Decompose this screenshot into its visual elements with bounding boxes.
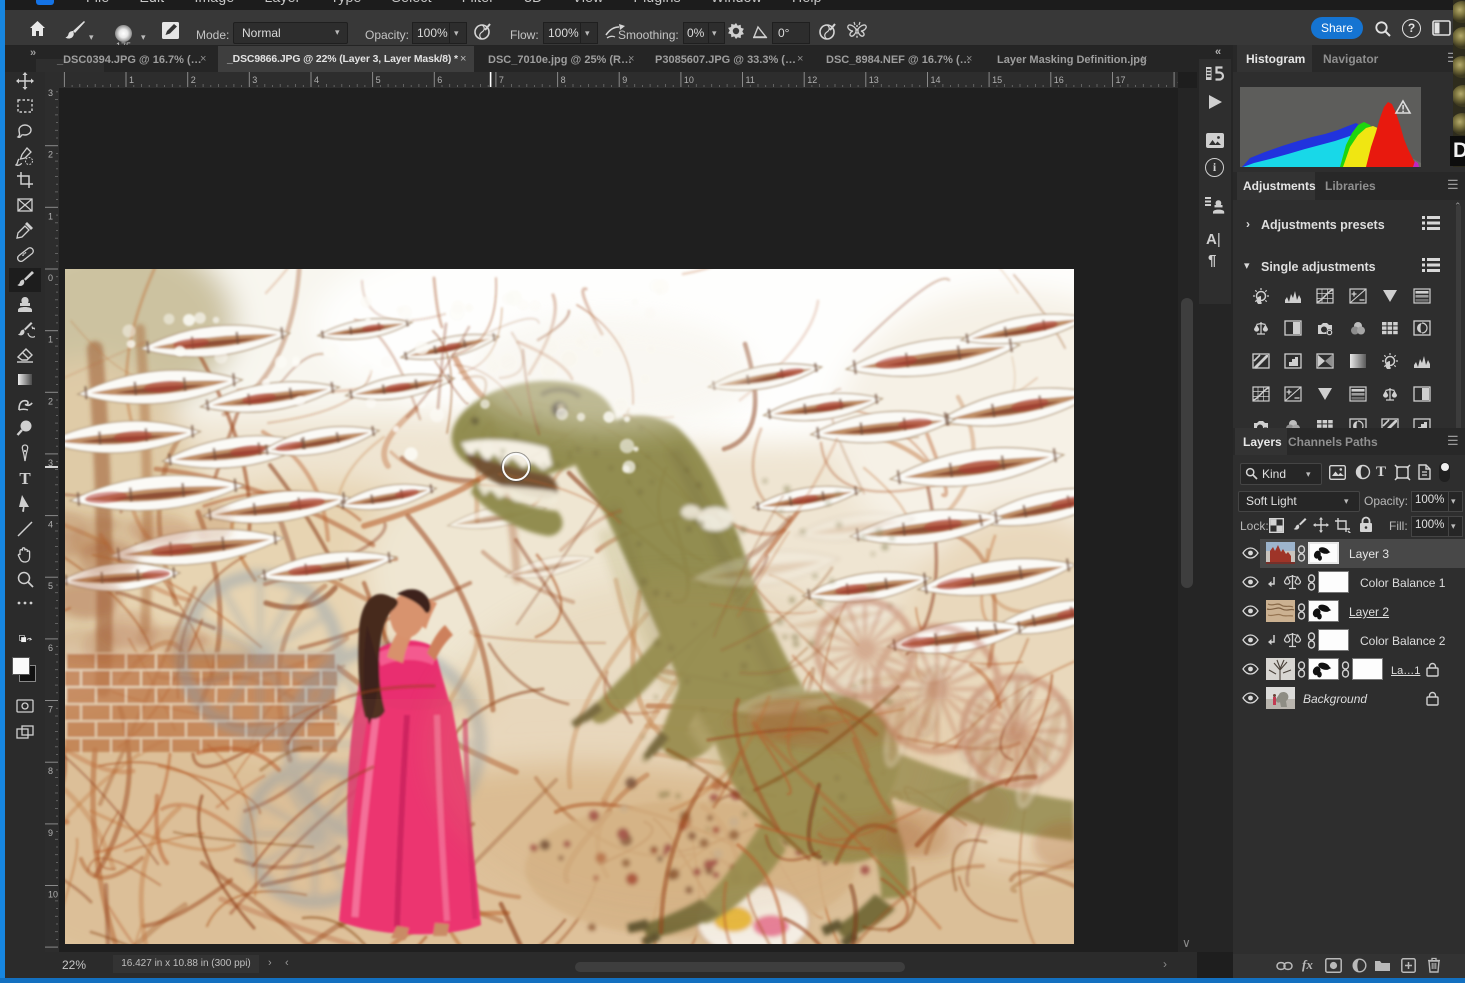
svg-text:2: 2 bbox=[48, 396, 53, 406]
svg-text:14: 14 bbox=[931, 75, 941, 85]
svg-text:10: 10 bbox=[684, 75, 694, 85]
svg-text:3: 3 bbox=[48, 88, 53, 98]
svg-text:1: 1 bbox=[48, 335, 53, 345]
svg-text:4: 4 bbox=[314, 75, 319, 85]
svg-text:2: 2 bbox=[48, 150, 53, 160]
svg-text:6: 6 bbox=[437, 75, 442, 85]
svg-text:15: 15 bbox=[992, 75, 1002, 85]
svg-text:12: 12 bbox=[807, 75, 817, 85]
svg-text:6: 6 bbox=[48, 643, 53, 653]
svg-text:17: 17 bbox=[1116, 75, 1126, 85]
svg-text:9: 9 bbox=[48, 828, 53, 838]
svg-text:16: 16 bbox=[1054, 75, 1064, 85]
svg-text:3: 3 bbox=[252, 75, 257, 85]
svg-text:5: 5 bbox=[48, 581, 53, 591]
svg-text:T: T bbox=[19, 469, 31, 488]
svg-text:18: 18 bbox=[1177, 75, 1178, 85]
svg-text:8: 8 bbox=[48, 766, 53, 776]
svg-text:1: 1 bbox=[129, 75, 134, 85]
svg-text:8: 8 bbox=[561, 75, 566, 85]
svg-text:9: 9 bbox=[622, 75, 627, 85]
svg-text:4: 4 bbox=[48, 520, 53, 530]
svg-text:11: 11 bbox=[746, 75, 755, 85]
svg-text:10: 10 bbox=[48, 890, 58, 900]
svg-text:13: 13 bbox=[869, 75, 879, 85]
svg-text:7: 7 bbox=[499, 75, 504, 85]
svg-text:2: 2 bbox=[191, 75, 196, 85]
svg-text:1: 1 bbox=[48, 211, 53, 221]
svg-text:5: 5 bbox=[376, 75, 381, 85]
svg-text:7: 7 bbox=[48, 705, 53, 715]
svg-text:0: 0 bbox=[48, 273, 53, 283]
